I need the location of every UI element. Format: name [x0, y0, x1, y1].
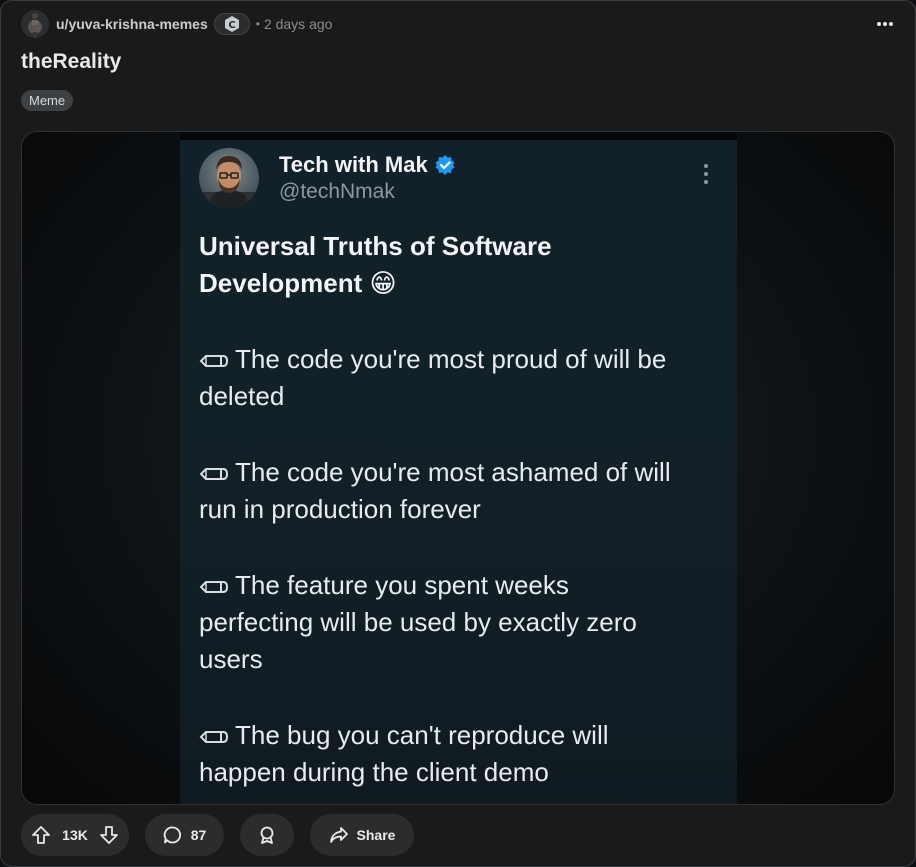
tweet-point-line: happen during the client demo [199, 757, 549, 787]
more-icon [877, 22, 893, 26]
tweet-point-2: The code you're most ashamed of will run… [199, 454, 729, 528]
post-timestamp: 2 days ago [263, 16, 333, 32]
tweet-point-line: deleted [199, 381, 285, 411]
share-icon [329, 827, 348, 843]
tweet-point-line: The bug you can't reproduce will [235, 720, 609, 750]
tweet-body: Universal Truths of Software Development… [199, 228, 729, 791]
post-action-bar: 13K 87 Share [21, 814, 430, 856]
tweet-point-line: The feature you spent weeks [235, 570, 569, 600]
tweet-more-icon [704, 164, 708, 184]
copyright-icon: C [224, 16, 239, 32]
tweet-point-4: The bug you can't reproduce will happen … [199, 717, 729, 791]
arrow-down-icon [100, 826, 118, 844]
comment-count: 87 [190, 827, 207, 843]
tweet-heading-line: Development 😁 [199, 268, 397, 298]
pencil-icon [199, 581, 229, 593]
tweet-heading-line: Universal Truths of Software [199, 231, 552, 261]
tweet-point-3: The feature you spent weeks perfecting w… [199, 567, 729, 678]
tweet-point-line: users [199, 644, 263, 674]
pencil-icon [199, 468, 229, 480]
tweet-screenshot: Tech with Mak @techNmak Universal Truths… [180, 132, 737, 804]
user-avatar[interactable] [21, 10, 49, 38]
comment-icon [163, 826, 181, 844]
share-label: Share [356, 827, 396, 843]
verified-icon [435, 155, 455, 175]
comments-button[interactable]: 87 [145, 814, 224, 856]
pencil-icon [199, 731, 229, 743]
upvote-button[interactable] [31, 825, 51, 845]
separator-dot: • [255, 17, 260, 31]
award-icon [260, 826, 274, 844]
author-username[interactable]: u/yuva-krishna-memes [56, 16, 208, 32]
upvote-count: 13K [62, 827, 88, 843]
svg-text:C: C [228, 20, 235, 31]
post-card: u/yuva-krishna-memes C • 2 days ago theR… [0, 0, 916, 867]
tweet-author-name-text: Tech with Mak [279, 152, 428, 177]
tweet-author-name: Tech with Mak [279, 152, 456, 178]
tweet-author-avatar [199, 148, 259, 208]
tweet-author-handle: @techNmak [279, 180, 395, 203]
post-title[interactable]: theReality [21, 50, 121, 74]
tweet-point-line: The code you're most ashamed of will [235, 457, 671, 487]
tweet-heading: Universal Truths of Software Development… [199, 228, 729, 302]
more-options-button[interactable] [869, 10, 901, 38]
user-flair-badge[interactable]: C [213, 13, 250, 35]
vote-control: 13K [21, 814, 129, 856]
arrow-up-icon [32, 826, 50, 844]
award-button[interactable] [240, 814, 294, 856]
post-header: u/yuva-krishna-memes C • 2 days ago [21, 10, 901, 38]
downvote-button[interactable] [99, 825, 119, 845]
post-flair-tag[interactable]: Meme [21, 90, 74, 111]
tweet-point-line: The code you're most proud of will be [235, 344, 667, 374]
share-button[interactable]: Share [310, 814, 414, 856]
tweet-point-line: run in production forever [199, 494, 481, 524]
post-image[interactable]: Tech with Mak @techNmak Universal Truths… [21, 131, 895, 805]
tweet-point-line: perfecting will be used by exactly zero [199, 607, 637, 637]
tweet-point-1: The code you're most proud of will be de… [199, 341, 729, 415]
pencil-icon [199, 355, 229, 367]
